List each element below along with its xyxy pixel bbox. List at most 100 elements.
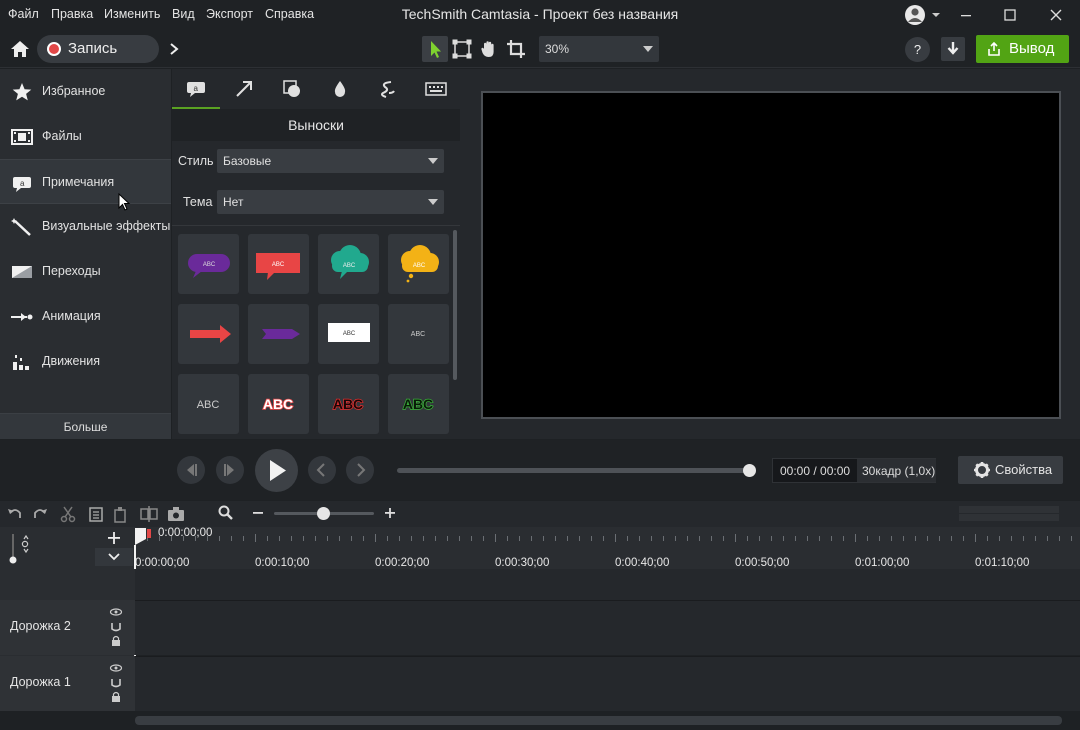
theme-select[interactable]: Нет: [217, 190, 444, 214]
track-controls-icon[interactable]: [109, 663, 123, 705]
menu-file[interactable]: Файл: [8, 7, 39, 21]
select-tool-button[interactable]: [422, 36, 448, 62]
video-canvas[interactable]: [481, 91, 1061, 419]
pan-tool-button[interactable]: [476, 36, 502, 62]
callout-tile[interactable]: ABC: [388, 374, 449, 434]
home-button[interactable]: [8, 37, 32, 61]
callout-tile[interactable]: ABC: [248, 234, 309, 294]
step-forward-button[interactable]: [216, 456, 244, 484]
track-lane[interactable]: [135, 600, 1080, 655]
timeline-ruler[interactable]: 0:00:00;00 0:00:00;00 0:00:10;00 0:00:20…: [135, 527, 1080, 569]
sidebar-item-annotations[interactable]: a Примечания: [0, 159, 171, 211]
track-controls-icon[interactable]: [109, 607, 123, 649]
track-options-button[interactable]: [95, 548, 133, 566]
export-button[interactable]: Вывод: [976, 35, 1069, 63]
menu-help[interactable]: Справка: [265, 7, 314, 21]
record-button[interactable]: Запись: [37, 35, 179, 63]
svg-text:ABC: ABC: [197, 399, 220, 411]
snapshot-button[interactable]: [166, 504, 186, 524]
callout-tile[interactable]: ABC: [248, 374, 309, 434]
ruler-tick: [303, 536, 304, 541]
sidebar-item-media[interactable]: Файлы: [0, 114, 171, 159]
callout-tile[interactable]: ABC: [388, 234, 449, 294]
next-button[interactable]: [346, 456, 374, 484]
cut-button[interactable]: [58, 504, 78, 524]
undo-button[interactable]: [5, 504, 25, 524]
ruler-tick: [1059, 536, 1060, 541]
ruler-tick: [771, 536, 772, 541]
style-select[interactable]: Базовые: [217, 149, 444, 173]
timeline-zoom-knob[interactable]: [317, 507, 330, 520]
menu-export[interactable]: Экспорт: [206, 7, 253, 21]
play-button[interactable]: [255, 449, 298, 492]
ruler-tick: [591, 536, 592, 541]
ruler-tick: [855, 534, 856, 542]
close-button[interactable]: [1045, 4, 1067, 26]
callout-tile[interactable]: ABC: [388, 304, 449, 364]
tab-callouts[interactable]: a: [172, 69, 220, 109]
timeline-scrollbar[interactable]: [135, 716, 1062, 725]
fps-display[interactable]: 30кадр (1,0x): [857, 459, 936, 482]
track-header[interactable]: Дорожка 2: [0, 600, 135, 655]
menu-modify[interactable]: Изменить: [104, 7, 160, 21]
tab-sketch[interactable]: [364, 69, 412, 109]
playback-progress[interactable]: [397, 468, 749, 473]
split-button[interactable]: [139, 504, 159, 524]
properties-button[interactable]: Свойства: [958, 456, 1063, 484]
more-button[interactable]: Больше: [0, 413, 171, 439]
maximize-button[interactable]: [999, 4, 1021, 26]
ruler-label: 0:00:10;00: [255, 557, 310, 569]
sidebar-item-visual-effects[interactable]: Визуальные эффекты: [0, 204, 171, 249]
ruler-tick: [615, 534, 616, 542]
svg-text:ABC: ABC: [263, 396, 293, 412]
track-header[interactable]: Дорожка 1: [0, 656, 135, 711]
crop-tool-button[interactable]: [503, 36, 529, 62]
zoom-out-button[interactable]: [249, 503, 267, 523]
redo-button[interactable]: [30, 504, 50, 524]
sidebar-item-animations[interactable]: Анимация: [0, 294, 171, 339]
fps-value: 30кадр (1,0x): [862, 464, 936, 478]
tab-blur[interactable]: [316, 69, 364, 109]
callout-tile[interactable]: ABC: [318, 234, 379, 294]
transform-tool-button[interactable]: [449, 36, 475, 62]
sidebar-item-transitions[interactable]: Переходы: [0, 249, 171, 294]
copy-button[interactable]: [86, 504, 106, 524]
add-track-button[interactable]: [95, 529, 133, 547]
playback-knob[interactable]: [743, 464, 756, 477]
minimize-button[interactable]: [955, 4, 977, 26]
track-lane[interactable]: [135, 656, 1080, 711]
sidebar-item-behaviors[interactable]: Движения: [0, 339, 171, 384]
callout-tile[interactable]: ABC: [318, 304, 379, 364]
tab-keystroke[interactable]: [412, 69, 460, 109]
chevron-right-icon[interactable]: [168, 42, 180, 56]
callout-tile[interactable]: [178, 304, 239, 364]
callout-tile[interactable]: ABC: [178, 374, 239, 434]
download-button[interactable]: [941, 37, 965, 61]
playhead-marker-icon[interactable]: [134, 527, 152, 547]
annotation-tabs: a: [172, 69, 460, 109]
track-height-icon[interactable]: [8, 532, 32, 564]
export-label: Вывод: [1009, 40, 1055, 57]
zoom-select[interactable]: 30%: [539, 36, 659, 62]
tab-shapes[interactable]: [268, 69, 316, 109]
ruler-tick: [195, 536, 196, 541]
zoom-search-button[interactable]: [216, 503, 236, 523]
paste-button[interactable]: [111, 504, 131, 524]
account-button[interactable]: [903, 4, 943, 26]
sidebar-item-favorites[interactable]: Избранное: [0, 69, 171, 114]
menu-view[interactable]: Вид: [172, 7, 195, 21]
tab-arrows[interactable]: [220, 69, 268, 109]
zoom-in-button[interactable]: [381, 503, 399, 523]
callout-tile[interactable]: [248, 304, 309, 364]
previous-button[interactable]: [308, 456, 336, 484]
user-icon: [905, 5, 940, 25]
panel-scrollbar[interactable]: [453, 230, 457, 380]
ruler-tick: [459, 536, 460, 541]
menu-edit[interactable]: Правка: [51, 7, 93, 21]
callout-tile[interactable]: ABC: [318, 374, 379, 434]
callout-tile[interactable]: ABC: [178, 234, 239, 294]
step-back-button[interactable]: [177, 456, 205, 484]
ruler-tick: [699, 536, 700, 541]
help-button[interactable]: ?: [905, 37, 930, 62]
ruler-tick: [927, 536, 928, 541]
